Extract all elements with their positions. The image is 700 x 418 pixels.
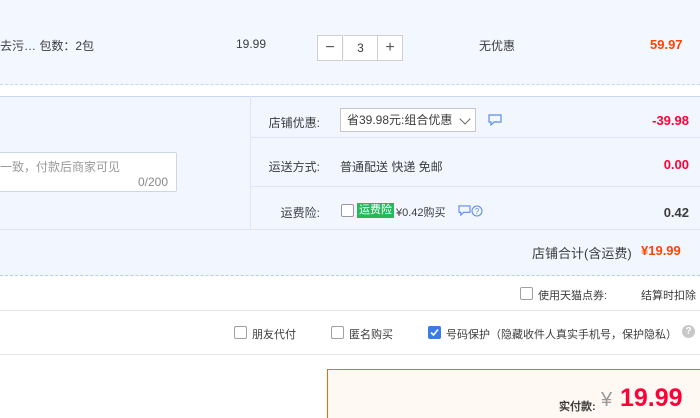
row-divider (250, 137, 700, 138)
insurance-badge: 运费险 (357, 203, 394, 218)
shipping-label: 运送方式: (268, 160, 320, 174)
minus-icon: − (325, 39, 335, 56)
item-description: 去污… 包数：2包 (0, 39, 95, 53)
message-icon[interactable] (458, 205, 471, 216)
quantity-increase-button[interactable]: + (377, 35, 403, 61)
insurance-amount: 0.42 (663, 205, 689, 220)
coupon-amount: -39.98 (652, 113, 689, 128)
memo-placeholder: 一致，付款后商家可见 (0, 160, 121, 174)
checkmark-icon (430, 328, 439, 337)
coupon-selected-value: 省39.98元:组合优惠 (347, 113, 453, 127)
quantity-decrease-button[interactable]: − (317, 35, 343, 61)
help-circle-icon[interactable]: ? (471, 205, 483, 217)
help-icon[interactable]: ? (682, 325, 695, 338)
memo-char-count: 0/200 (138, 175, 169, 189)
shipping-amount: 0.00 (663, 157, 689, 172)
friend-pay-label: 朋友代付 (252, 329, 296, 341)
item-unit-price: 19.99 (236, 37, 267, 51)
chevron-down-icon (459, 113, 471, 125)
friend-pay-checkbox[interactable] (234, 326, 247, 339)
anonymous-checkbox[interactable] (331, 326, 344, 339)
insurance-label: 运费险: (280, 206, 320, 220)
row-divider (250, 186, 700, 187)
coupon-label: 店铺优惠: (268, 116, 320, 130)
quantity-input[interactable]: 3 (344, 35, 377, 61)
payment-label: 实付款: (559, 401, 596, 413)
anonymous-label: 匿名购买 (349, 329, 393, 341)
shipping-value: 普通配送 快递 免邮 (340, 160, 443, 174)
message-icon[interactable] (488, 114, 502, 126)
divider (0, 354, 700, 355)
divider (0, 310, 700, 311)
payment-amount: 19.99 (620, 384, 683, 412)
points-note: 结算时扣除 (641, 290, 696, 302)
row-divider (0, 229, 700, 230)
number-protect-checkbox[interactable] (428, 326, 441, 339)
insurance-checkbox[interactable] (341, 204, 354, 217)
svg-text:?: ? (475, 207, 480, 216)
number-protect-label: 号码保护（隐藏收件人真实手机号，保护隐私） (446, 329, 677, 341)
plus-icon: + (385, 39, 395, 56)
payment-currency: ¥ (601, 389, 613, 411)
insurance-price: ¥0.42购买 (396, 207, 446, 219)
points-checkbox[interactable] (520, 287, 533, 300)
item-discount: 无优惠 (479, 39, 516, 53)
shop-total-value: ¥19.99 (641, 243, 681, 258)
coupon-select[interactable]: 省39.98元:组合优惠 (340, 108, 476, 132)
item-subtotal: 59.97 (650, 37, 683, 52)
points-label: 使用天猫点券: (538, 290, 608, 302)
shop-total-label: 店铺合计(含运费) (532, 246, 632, 261)
